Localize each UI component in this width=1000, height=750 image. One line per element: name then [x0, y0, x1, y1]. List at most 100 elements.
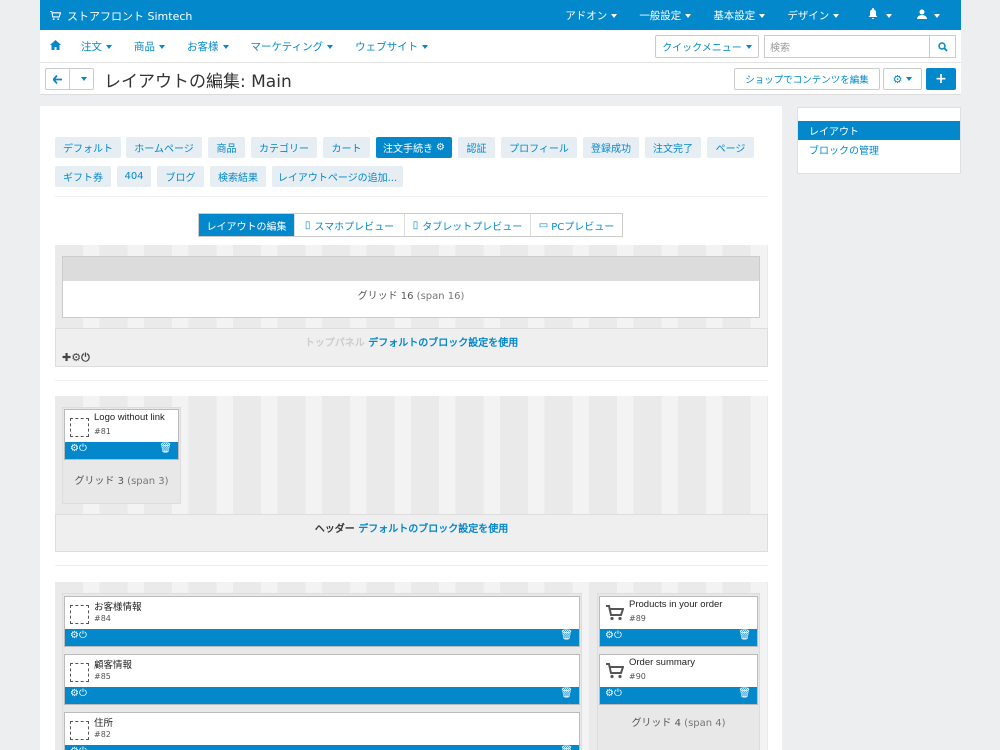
arrow-left-icon [53, 74, 62, 84]
mobile-icon: ▯ [304, 219, 311, 231]
block-name: 顧客情報 [94, 660, 133, 671]
top-panel-bar: トップパネル デフォルトのブロック設定を使用 ✚⚙⏻ [55, 328, 768, 367]
block-order-summary[interactable]: Order summary #90 ⚙⏻ 🗑 [599, 654, 758, 705]
trash-icon[interactable]: 🗑 [159, 443, 172, 454]
block-name: 住所 [94, 718, 114, 729]
grid-16[interactable]: グリッド 16 (span 16) [62, 256, 760, 318]
search-icon [937, 41, 948, 52]
edit-content-in-shop-button[interactable]: ショップでコンテンツを編集 [734, 68, 880, 90]
menu-addons[interactable]: アドオン [554, 8, 628, 23]
tab-homepage[interactable]: ホームページ [126, 137, 202, 158]
use-default-block-settings-link[interactable]: デフォルトのブロック設定を使用 [358, 524, 508, 535]
block-placeholder-icon [70, 605, 89, 624]
store-brand-label: ストアフロント Simtech [67, 10, 193, 23]
sidebar-item-block-management[interactable]: ブロックの管理 [798, 140, 960, 159]
tab-404[interactable]: 404 [117, 166, 151, 187]
tab-default[interactable]: デフォルト [55, 137, 121, 158]
mobile-preview-label: スマホプレビュー [314, 221, 395, 233]
tab-order-complete[interactable]: 注文完了 [645, 137, 701, 158]
menu-design[interactable]: デザイン [776, 8, 850, 23]
tab-auth[interactable]: 認証 [458, 137, 495, 158]
tablet-preview-button[interactable]: ▯ タブレットプレビュー [405, 214, 531, 236]
nav-marketing[interactable]: マーケティング [251, 39, 334, 54]
back-button-group [45, 68, 94, 90]
block-client-info[interactable]: 顧客情報 #85 ⚙⏻ 🗑 [64, 654, 580, 705]
tab-search-results[interactable]: 検索結果 [210, 166, 266, 187]
nav-products[interactable]: 商品 [134, 39, 165, 54]
tab-checkout[interactable]: 注文手続き ⚙ [376, 137, 452, 158]
block-name: Logo without link [94, 412, 165, 423]
block-settings-icons[interactable]: ⚙⏻ [70, 630, 87, 641]
tab-categories[interactable]: カテゴリー [251, 137, 317, 158]
block-settings-icons[interactable]: ⚙⏻ [70, 688, 87, 699]
block-settings-icons[interactable]: ⚙⏻ [605, 688, 622, 699]
quick-menu-button[interactable]: クイックメニュー [655, 35, 759, 58]
home-icon[interactable] [50, 40, 61, 53]
divider [55, 380, 768, 381]
plus-icon: + [935, 71, 947, 87]
block-logo[interactable]: Logo without link #81 ⚙⏻ 🗑 [64, 409, 179, 460]
plus-icon[interactable]: ✚ [62, 351, 71, 364]
trash-icon[interactable]: 🗑 [738, 688, 751, 699]
edit-layout-button[interactable]: レイアウトの編集 [199, 214, 295, 236]
grid-span: (span 3) [127, 476, 169, 487]
block-settings-icons[interactable]: ⚙⏻ [70, 443, 87, 454]
tab-cart[interactable]: カート [323, 137, 370, 158]
block-id: #84 [94, 614, 111, 623]
trash-icon[interactable]: 🗑 [560, 688, 573, 699]
cart-icon [606, 663, 625, 683]
block-name: お客様情報 [94, 602, 142, 613]
trash-icon[interactable]: 🗑 [738, 630, 751, 641]
pc-preview-label: PCプレビュー [551, 221, 615, 233]
mobile-preview-button[interactable]: ▯ スマホプレビュー [295, 214, 405, 236]
block-settings-icons[interactable]: ⚙⏻ [70, 746, 87, 750]
add-button[interactable]: + [926, 68, 956, 90]
gear-icon[interactable]: ⚙ [71, 351, 81, 364]
block-address[interactable]: 住所 #82 ⚙⏻ 🗑 [64, 712, 580, 750]
nav-orders[interactable]: 注文 [81, 39, 112, 54]
page-title: レイアウトの編集: Main [104, 72, 292, 92]
sidebar: レイアウト ブロックの管理 [797, 107, 961, 174]
cart-icon [50, 11, 61, 21]
menu-settings[interactable]: 基本設定 [702, 8, 776, 23]
search-input[interactable]: 検索 [764, 35, 930, 58]
settings-gear-button[interactable]: ⚙ [883, 68, 922, 90]
nav-customers[interactable]: お客様 [187, 39, 229, 54]
block-id: #85 [94, 672, 111, 681]
back-button[interactable] [46, 69, 70, 89]
history-dropdown[interactable] [70, 69, 93, 89]
pc-preview-button[interactable]: ▭ PCプレビュー [531, 214, 622, 236]
use-default-block-settings-link[interactable]: デフォルトのブロック設定を使用 [368, 338, 518, 349]
tab-add-layout-page[interactable]: レイアウトページの追加... [272, 166, 403, 187]
container-name: ヘッダー [314, 524, 355, 535]
tab-gift-certificates[interactable]: ギフト券 [55, 166, 111, 187]
block-placeholder-icon [70, 418, 89, 437]
block-id: #82 [94, 730, 111, 739]
preview-mode-toggle: レイアウトの編集 ▯ スマホプレビュー ▯ タブレットプレビュー ▭ PCプレビ… [198, 213, 623, 237]
notifications-bell-icon[interactable] [850, 8, 902, 22]
grid-header-strip [63, 257, 759, 281]
store-brand[interactable]: ストアフロント Simtech [50, 8, 192, 24]
nav-website[interactable]: ウェブサイト [355, 39, 428, 54]
block-settings-icons[interactable]: ⚙⏻ [605, 630, 622, 641]
page-titlebar: レイアウトの編集: Main ショップでコンテンツを編集 ⚙ + [40, 63, 961, 95]
user-icon[interactable] [903, 9, 951, 22]
menu-general-settings[interactable]: 一般設定 [628, 8, 702, 23]
divider [55, 196, 768, 197]
grid-label: グリッド 16 [357, 291, 414, 302]
trash-icon[interactable]: 🗑 [560, 630, 573, 641]
tab-blog[interactable]: ブログ [157, 166, 204, 187]
block-id: #90 [629, 672, 646, 681]
block-products-in-order[interactable]: Products in your order #89 ⚙⏻ 🗑 [599, 596, 758, 647]
block-customer-info[interactable]: お客様情報 #84 ⚙⏻ 🗑 [64, 596, 580, 647]
search-button[interactable] [929, 35, 956, 58]
power-icon[interactable]: ⏻ [81, 351, 90, 364]
gear-icon[interactable]: ⚙ [436, 142, 445, 153]
tab-products[interactable]: 商品 [208, 137, 245, 158]
tab-pages[interactable]: ページ [707, 137, 754, 158]
cart-icon [606, 605, 625, 625]
sidebar-item-layouts[interactable]: レイアウト [798, 121, 960, 140]
tab-profile[interactable]: プロフィール [501, 137, 577, 158]
tab-registration-success[interactable]: 登録成功 [583, 137, 639, 158]
trash-icon[interactable]: 🗑 [560, 746, 573, 750]
